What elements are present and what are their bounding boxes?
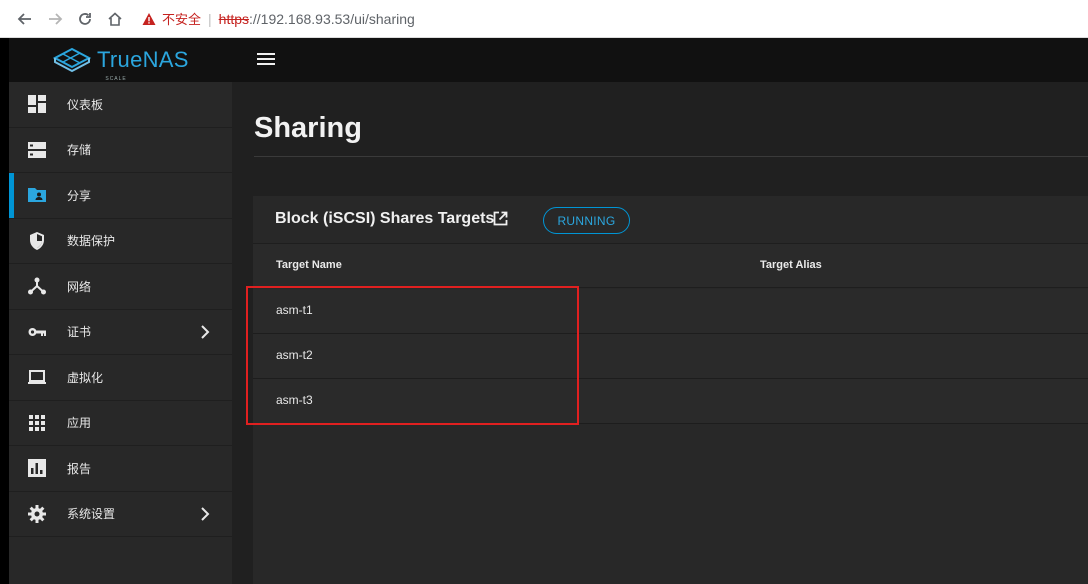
title-divider [254,156,1088,157]
sidebar-item-network[interactable]: 网络 [9,264,232,310]
card-title[interactable]: Block (iSCSI) Shares Targets [275,210,494,228]
card-header: Block (iSCSI) Shares Targets RUNNING [253,196,1088,244]
sidebar-item-system-settings[interactable]: 系统设置 [9,492,232,537]
chevron-right-icon [201,507,210,521]
sidebar-item-label: 证书 [67,325,92,340]
truenas-logo-icon [53,47,91,73]
report-chart-icon [28,459,46,478]
sidebar-item-apps[interactable]: 应用 [9,401,232,446]
address-bar[interactable]: 不安全 | https ://192.168.93.53/ui/sharing [142,6,415,32]
target-name-cell: asm-t3 [276,393,313,407]
forward-arrow-icon[interactable] [44,8,66,30]
target-name-cell: asm-t2 [276,348,313,362]
apps-grid-icon [28,414,46,432]
sidebar-item-label: 系统设置 [67,507,116,522]
iscsi-targets-card: Block (iSCSI) Shares Targets RUNNING Tar… [253,196,1088,584]
sidebar-item-reporting[interactable]: 报告 [9,446,232,492]
home-icon[interactable] [104,8,126,30]
sidebar-item-label: 虚拟化 [67,370,104,385]
chevron-right-icon [201,325,210,339]
laptop-icon [28,368,46,386]
browser-toolbar: 不安全 | https ://192.168.93.53/ui/sharing [0,0,1088,38]
sidebar-item-label: 应用 [67,416,92,431]
insecure-label: 不安全 [162,12,202,27]
sidebar-item-label: 存储 [67,143,92,158]
logo-text: TrueNAS [97,47,189,72]
sidebar-item-label: 报告 [67,461,92,476]
network-icon [28,277,46,295]
hamburger-menu-icon[interactable] [257,52,275,66]
sidebar-item-label: 网络 [67,279,92,294]
table-row[interactable]: asm-t1 [253,289,1088,334]
url-path: ://192.168.93.53/ui/sharing [249,10,415,27]
sidebar-item-label: 分享 [67,188,92,203]
reload-icon[interactable] [74,8,96,30]
back-arrow-icon[interactable] [14,8,36,30]
warning-icon [142,12,156,25]
sidebar-nav: 仪表板 存储 分享 数据保护 网络 证书 虚拟化 应用 报告 系统设置 [9,82,232,584]
main-content: Sharing Block (iSCSI) Shares Targets RUN… [232,82,1088,584]
table-header: Target Name Target Alias [253,244,1088,288]
app-topbar: TrueNAS SCALE [9,38,1088,82]
column-header-target-alias[interactable]: Target Alias [760,259,822,271]
truenas-logo[interactable]: TrueNAS SCALE [53,44,189,82]
url-protocol: https [218,10,250,27]
url-separator: | [208,10,212,27]
target-name-cell: asm-t1 [276,303,313,317]
dashboard-icon [28,95,46,114]
sidebar-item-data-protection[interactable]: 数据保护 [9,219,232,264]
sidebar-item-storage[interactable]: 存储 [9,128,232,173]
table-row[interactable]: asm-t2 [253,334,1088,379]
sidebar-item-virtualization[interactable]: 虚拟化 [9,355,232,401]
page-title: Sharing [254,112,362,144]
open-in-new-icon[interactable] [493,211,508,226]
sidebar-item-sharing[interactable]: 分享 [9,173,232,219]
storage-icon [28,141,46,159]
column-header-target-name[interactable]: Target Name [276,259,342,271]
service-status-button[interactable]: RUNNING [543,207,630,234]
gear-icon [28,504,46,523]
shield-icon [28,231,46,250]
key-icon [28,323,46,341]
sidebar-item-dashboard[interactable]: 仪表板 [9,82,232,128]
sidebar-item-label: 仪表板 [67,97,104,112]
sidebar-item-certificates[interactable]: 证书 [9,310,232,355]
sidebar-item-label: 数据保护 [67,234,116,249]
table-row[interactable]: asm-t3 [253,379,1088,424]
folder-shared-icon [28,186,46,204]
